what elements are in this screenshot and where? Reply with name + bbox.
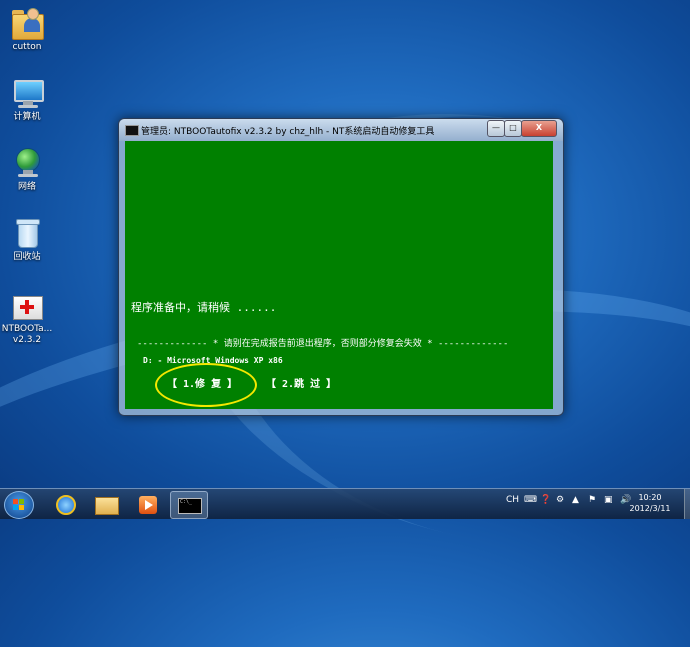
clock-date: 2012/3/11 xyxy=(629,504,671,513)
taskbar-media-player[interactable] xyxy=(130,491,166,517)
desktop-icon-computer[interactable]: 计算机 xyxy=(0,76,57,123)
user-folder-icon xyxy=(10,6,44,40)
desktop-icon-label: 回收站 xyxy=(13,252,41,262)
network-tray-icon[interactable]: ▣ xyxy=(604,495,613,505)
recycle-bin-icon xyxy=(10,216,44,250)
internet-explorer-icon xyxy=(56,495,76,515)
desktop-icon-label: cutton xyxy=(12,42,42,52)
status-line: 程序准备中，请稍候 ...... xyxy=(131,301,277,314)
clock-time: 10:20 xyxy=(638,493,662,502)
console-icon xyxy=(125,125,139,136)
settings-icon[interactable]: ⚙ xyxy=(556,495,564,505)
toolbox-icon xyxy=(10,288,44,322)
windows-logo-icon xyxy=(13,499,25,511)
keyboard-icon[interactable]: ⌨ xyxy=(524,495,537,505)
console-preview-text: C:\_ xyxy=(180,499,193,505)
maximize-button[interactable]: □ xyxy=(504,120,522,137)
taskbar-explorer[interactable] xyxy=(88,491,124,517)
highlight-ellipse xyxy=(155,363,257,407)
desktop-icon-ntbootautofix[interactable]: NTBOOTa... v2.3.2 xyxy=(0,288,57,346)
desktop-icon-sublabel: v2.3.2 xyxy=(12,335,42,345)
action-center-flag-icon[interactable]: ⚑ xyxy=(588,495,596,505)
minimize-button[interactable]: — xyxy=(487,120,505,137)
desktop-icon-label: 网络 xyxy=(17,182,36,192)
taskbar: C:\_ CH ⌨ ❓ ⚙ ▲ ⚑ ▣ 🔊 10:20 2012/3/11 xyxy=(0,488,690,519)
computer-icon xyxy=(10,76,44,110)
window-title: 管理员: NTBOOTautofix v2.3.2 by chz_hlh - N… xyxy=(141,127,435,137)
warning-line: ------------- * 请别在完成报告前退出程序，否则部分修复会失效 *… xyxy=(137,339,509,349)
folder-icon xyxy=(95,497,119,515)
desktop-icon-user-folder[interactable]: cutton xyxy=(0,6,57,53)
desktop-icon-network[interactable]: 网络 xyxy=(0,146,57,193)
language-indicator[interactable]: CH xyxy=(506,495,519,505)
desktop-icon-label: 计算机 xyxy=(13,112,41,122)
taskbar-console-window[interactable]: C:\_ xyxy=(170,491,208,519)
close-button[interactable]: X xyxy=(521,120,557,137)
help-icon[interactable]: ❓ xyxy=(540,495,551,505)
taskbar-clock[interactable]: 10:20 2012/3/11 xyxy=(620,492,680,514)
taskbar-internet-explorer[interactable] xyxy=(46,491,82,517)
network-globe-icon xyxy=(10,146,44,180)
show-hidden-icons-icon[interactable]: ▲ xyxy=(572,495,579,505)
desktop-icon-label: NTBOOTa... xyxy=(1,324,53,334)
window-titlebar[interactable]: 管理员: NTBOOTautofix v2.3.2 by chz_hlh - N… xyxy=(119,119,563,141)
show-desktop-button[interactable] xyxy=(684,489,690,519)
start-button[interactable] xyxy=(4,491,34,519)
desktop-icon-recycle-bin[interactable]: 回收站 xyxy=(0,216,57,263)
skip-option[interactable]: 【 2.跳 过 】 xyxy=(266,375,336,390)
